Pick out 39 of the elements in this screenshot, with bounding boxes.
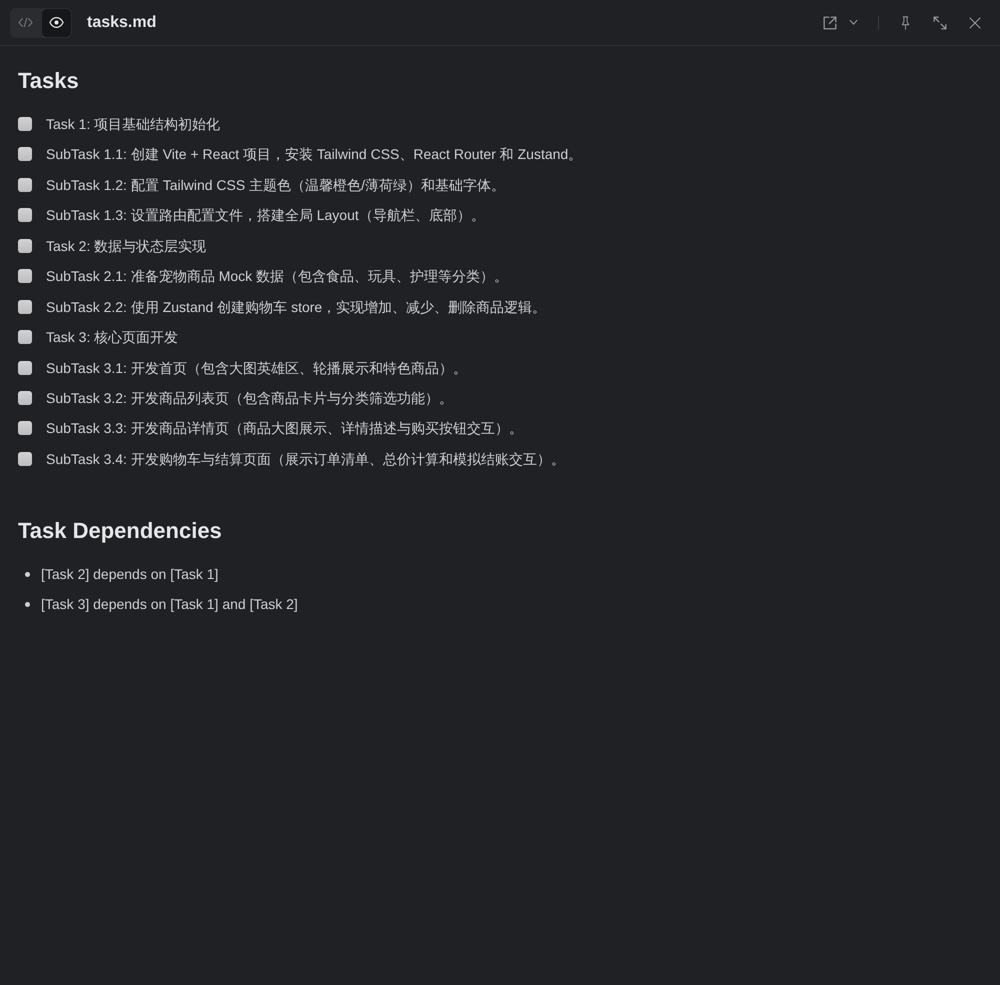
section-heading: Task Dependencies: [18, 518, 223, 544]
task-text: SubTask 1.1: 创建 Vite + React 项目，安装 Tailwind CSS、React Router 和 Zustand。: [46, 145, 582, 164]
file-title: tasks.md: [87, 14, 156, 32]
task-text: SubTask 3.3: 开发商品详情页（商品大图展示、详情描述与购买按钮交互）。: [46, 419, 523, 438]
task-text: SubTask 1.2: 配置 Tailwind CSS 主题色（温馨橙色/薄荷绿）和基础字体。: [46, 176, 505, 195]
task-text: SubTask 3.4: 开发购物车与结算页面（展示订单清单、总价计算和模拟结账交互）。: [46, 450, 565, 469]
task-checkbox[interactable]: [18, 117, 32, 131]
eye-icon: [49, 17, 64, 28]
task-checkbox[interactable]: [18, 330, 32, 344]
code-icon: [18, 18, 33, 27]
task-checkbox[interactable]: [18, 300, 32, 314]
open-external-icon: [823, 16, 837, 30]
task-text: Task 1: 项目基础结构初始化: [46, 115, 220, 134]
preview-button[interactable]: [42, 8, 71, 36]
task-text: SubTask 2.2: 使用 Zustand 创建购物车 store，实现增加、减少、删除商品逻辑。: [46, 298, 546, 317]
bullet-icon: [25, 572, 30, 577]
task-text: Task 2: 数据与状态层实现: [46, 236, 206, 256]
list-item-text: [Task 2] depends on [Task 1]: [41, 564, 218, 584]
task-text: SubTask 3.1: 开发首页（包含大图英雄区、轮播展示和特色商品）。: [46, 358, 467, 378]
task-checkbox[interactable]: [18, 421, 32, 436]
bullet-icon: [25, 602, 30, 607]
task-checkbox[interactable]: [18, 208, 32, 222]
task-checkbox[interactable]: [18, 147, 32, 162]
task-checkbox[interactable]: [18, 178, 32, 192]
task-checkbox[interactable]: [18, 269, 32, 284]
pin-icon: [900, 16, 910, 30]
chevron-down-icon: [848, 20, 858, 25]
task-text: SubTask 2.1: 准备宠物商品 Mock 数据（包含食品、玩具、护理等分类）。: [46, 267, 508, 286]
task-text: Task 3: 核心页面开发: [46, 328, 178, 348]
expand-icon: [933, 16, 947, 30]
task-checkbox[interactable]: [18, 238, 32, 253]
task-checkbox[interactable]: [18, 452, 32, 466]
list-item-text: [Task 3] depends on [Task 1] and [Task 2]: [41, 594, 298, 614]
task-text: SubTask 3.2: 开发商品列表页（包含商品卡片与分类筛选功能）。: [46, 388, 453, 408]
task-text: SubTask 1.3: 设置路由配置文件，搭建全局 Layout（导航栏、底部）。: [46, 206, 485, 226]
task-checkbox[interactable]: [18, 390, 32, 405]
close-icon: [969, 16, 981, 28]
section-heading: Tasks: [18, 68, 80, 94]
task-checkbox[interactable]: [18, 360, 32, 374]
